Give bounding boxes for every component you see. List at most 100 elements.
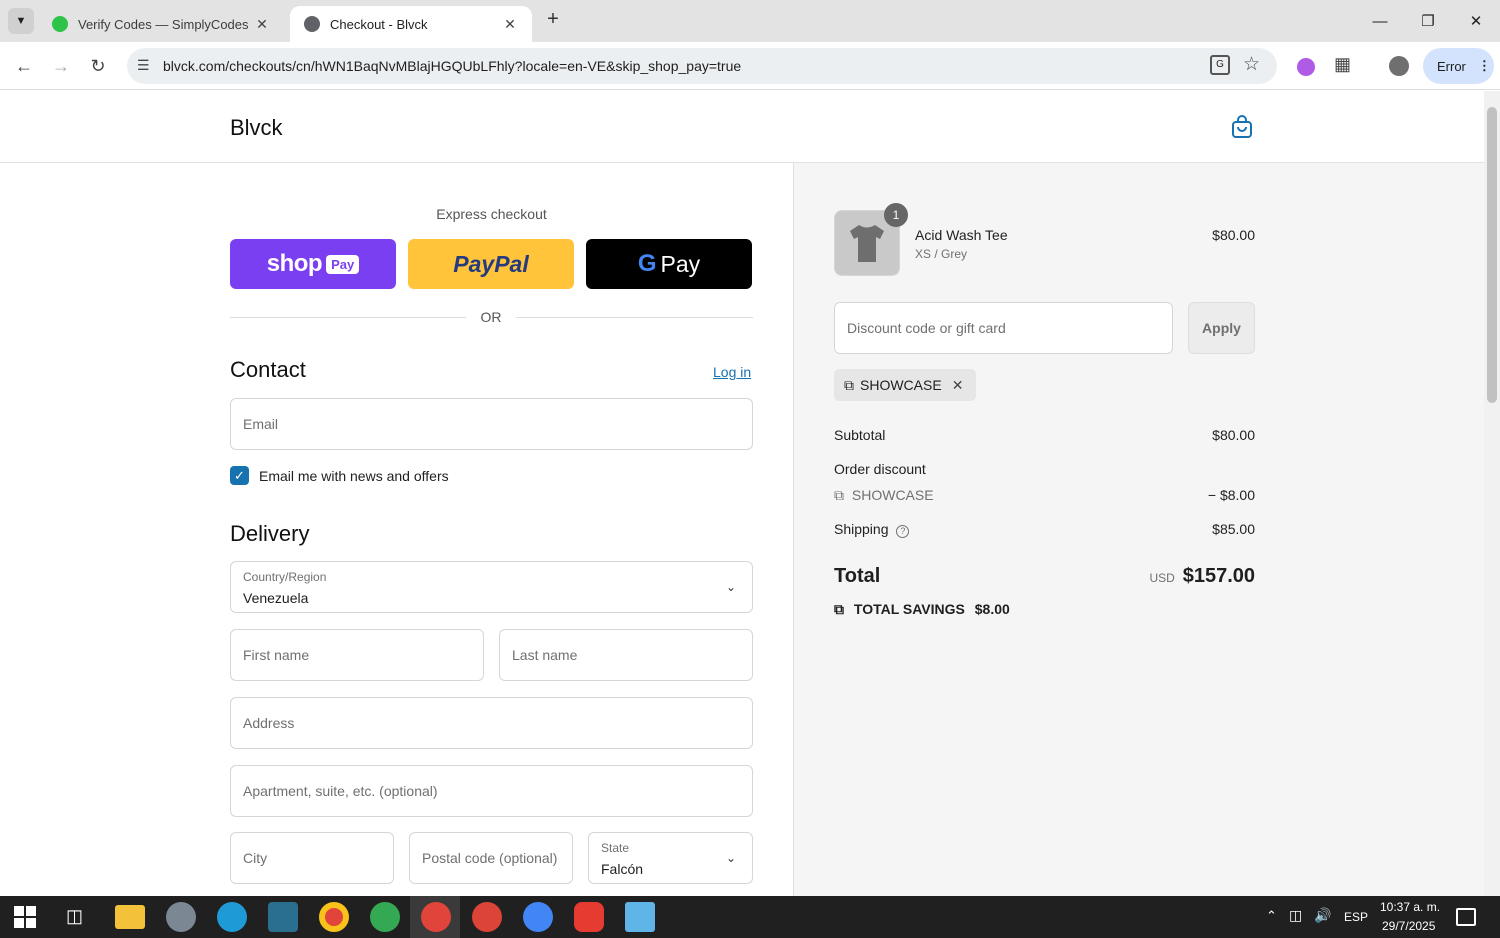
chevron-down-icon: ⌄	[725, 580, 736, 594]
google-pay-button[interactable]: G Pay	[586, 239, 752, 289]
scrollbar-thumb[interactable]	[1487, 107, 1497, 403]
email-field[interactable]: Email	[230, 398, 753, 450]
extension-simplycodes-icon[interactable]	[1297, 58, 1315, 76]
express-checkout-label: Express checkout	[436, 206, 547, 222]
remove-discount-icon[interactable]: ✕	[952, 377, 964, 394]
tag-icon: ⧉	[834, 487, 844, 503]
close-tab-icon[interactable]: ✕	[500, 16, 520, 33]
globe-favicon-icon	[304, 16, 320, 32]
extensions-puzzle-icon[interactable]: ▦	[1334, 54, 1351, 75]
state-value: Falcón	[601, 861, 644, 877]
newsletter-checkbox[interactable]: ✓	[230, 466, 249, 485]
clock-date[interactable]: 29/7/2025	[1382, 919, 1435, 933]
site-settings-icon[interactable]: ☰	[137, 57, 150, 74]
task-view-icon[interactable]: ◫	[66, 906, 83, 927]
edge-icon[interactable]	[217, 902, 247, 932]
help-circle-icon[interactable]: ?	[896, 525, 910, 538]
chrome-icon[interactable]	[319, 902, 349, 932]
shop-pay-button[interactable]: shop Pay	[230, 239, 396, 289]
reload-icon[interactable]: ↻	[84, 52, 112, 80]
shipping-row: Shipping ? $85.00	[834, 521, 1255, 538]
url-text[interactable]: blvck.com/checkouts/cn/hWN1BaqNvMBlajHGQ…	[163, 58, 741, 74]
tab-simplycodes[interactable]: Verify Codes — SimplyCodes ✕	[38, 6, 284, 42]
input-language[interactable]: ESP	[1344, 910, 1368, 924]
subtotal-row: Subtotal $80.00	[834, 427, 1255, 443]
address-bar[interactable]: ☰ blvck.com/checkouts/cn/hWN1BaqNvMBlajH…	[127, 48, 1277, 84]
windows-start-icon[interactable]	[14, 906, 36, 928]
app-x-icon[interactable]	[268, 902, 298, 932]
email-placeholder: Email	[243, 416, 279, 432]
shop-pay-badge: Pay	[326, 254, 360, 274]
tag-icon: ⧉	[844, 376, 854, 393]
divider-line-right	[516, 317, 753, 318]
chrome-active-icon[interactable]	[421, 902, 451, 932]
file-explorer-icon[interactable]	[115, 905, 145, 929]
subtotal-label: Subtotal	[834, 427, 886, 443]
city-field[interactable]: City	[230, 832, 394, 884]
chrome-profile-2-icon[interactable]	[472, 902, 502, 932]
bookmark-star-icon[interactable]: ☆	[1243, 53, 1260, 76]
apply-label: Apply	[1202, 320, 1241, 336]
postal-code-placeholder: Postal code (optional)	[422, 850, 558, 866]
forward-icon[interactable]: →	[47, 52, 75, 80]
app-globe-icon[interactable]	[166, 902, 196, 932]
state-select[interactable]: State Falcón ⌄	[588, 832, 753, 884]
savings-label: TOTAL SAVINGS	[853, 601, 965, 617]
apartment-field[interactable]: Apartment, suite, etc. (optional)	[230, 765, 753, 817]
app-red-icon[interactable]	[574, 902, 604, 932]
paypal-button[interactable]: PayPal	[408, 239, 574, 289]
divider-line-left	[230, 317, 466, 318]
notifications-icon[interactable]	[1456, 908, 1476, 926]
app-blue-icon[interactable]	[625, 902, 655, 932]
tray-chevron-up-icon[interactable]: ⌃	[1266, 908, 1277, 924]
close-tab-icon[interactable]: ✕	[252, 16, 272, 33]
savings-row: ⧉ TOTAL SAVINGS $8.00	[834, 601, 1255, 618]
network-icon[interactable]: ◫	[1289, 907, 1302, 924]
tab-checkout[interactable]: Checkout - Blvck ✕	[290, 6, 532, 42]
store-header: Blvck	[0, 91, 1484, 163]
first-name-field[interactable]: First name	[230, 629, 484, 681]
subtotal-value: $80.00	[1212, 427, 1255, 443]
country-select[interactable]: Country/Region Venezuela ⌄	[230, 561, 753, 613]
menu-kebab-icon[interactable]: ⋮	[1478, 58, 1491, 74]
newsletter-label: Email me with news and offers	[259, 468, 449, 484]
apply-discount-button[interactable]: Apply	[1188, 302, 1255, 354]
state-label: State	[601, 841, 630, 855]
tab-strip: ▼ Verify Codes — SimplyCodes ✕ Checkout …	[0, 0, 1500, 42]
profile-avatar-icon[interactable]	[1389, 56, 1409, 76]
first-name-placeholder: First name	[243, 647, 310, 663]
order-discount-label: Order discount	[834, 461, 926, 477]
store-logo[interactable]: Blvck	[230, 115, 283, 141]
country-label: Country/Region	[243, 570, 327, 584]
browser-toolbar: ← → ↻ ☰ blvck.com/checkouts/cn/hWN1BaqNv…	[0, 42, 1500, 90]
total-label: Total	[834, 565, 881, 587]
last-name-field[interactable]: Last name	[499, 629, 753, 681]
paypal-logo: PayPal	[453, 250, 529, 277]
address-field[interactable]: Address	[230, 697, 753, 749]
volume-icon[interactable]: 🔊	[1314, 907, 1331, 924]
clock-time[interactable]: 10:37 a. m.	[1380, 900, 1440, 914]
close-window-icon[interactable]: ✕	[1456, 6, 1496, 36]
discount-code-input[interactable]: Discount code or gift card	[834, 302, 1173, 354]
profile-error-button[interactable]: Error ⋮	[1423, 48, 1494, 84]
delivery-heading: Delivery	[230, 521, 310, 546]
product-variant: XS / Grey	[915, 247, 968, 261]
discount-placeholder: Discount code or gift card	[847, 320, 1006, 336]
translate-icon[interactable]: G	[1210, 55, 1230, 75]
tab-title: Checkout - Blvck	[330, 16, 428, 32]
or-divider: OR	[480, 309, 502, 325]
shopping-bag-icon[interactable]	[1231, 115, 1253, 139]
chrome-profile-3-icon[interactable]	[523, 902, 553, 932]
chrome-profile-icon[interactable]	[370, 902, 400, 932]
login-link[interactable]: Log in	[713, 364, 751, 380]
tab-search-dropdown-icon[interactable]: ▼	[8, 8, 34, 34]
page-scrollbar[interactable]	[1484, 91, 1500, 896]
new-tab-icon[interactable]: +	[540, 8, 566, 34]
restore-icon[interactable]: ❐	[1408, 6, 1448, 36]
product-price: $80.00	[1212, 227, 1255, 243]
postal-code-field[interactable]: Postal code (optional)	[409, 832, 573, 884]
shipping-value: $85.00	[1212, 521, 1255, 537]
quantity-badge: 1	[884, 203, 908, 227]
minimize-icon[interactable]: —	[1360, 6, 1400, 36]
back-icon[interactable]: ←	[10, 52, 38, 80]
